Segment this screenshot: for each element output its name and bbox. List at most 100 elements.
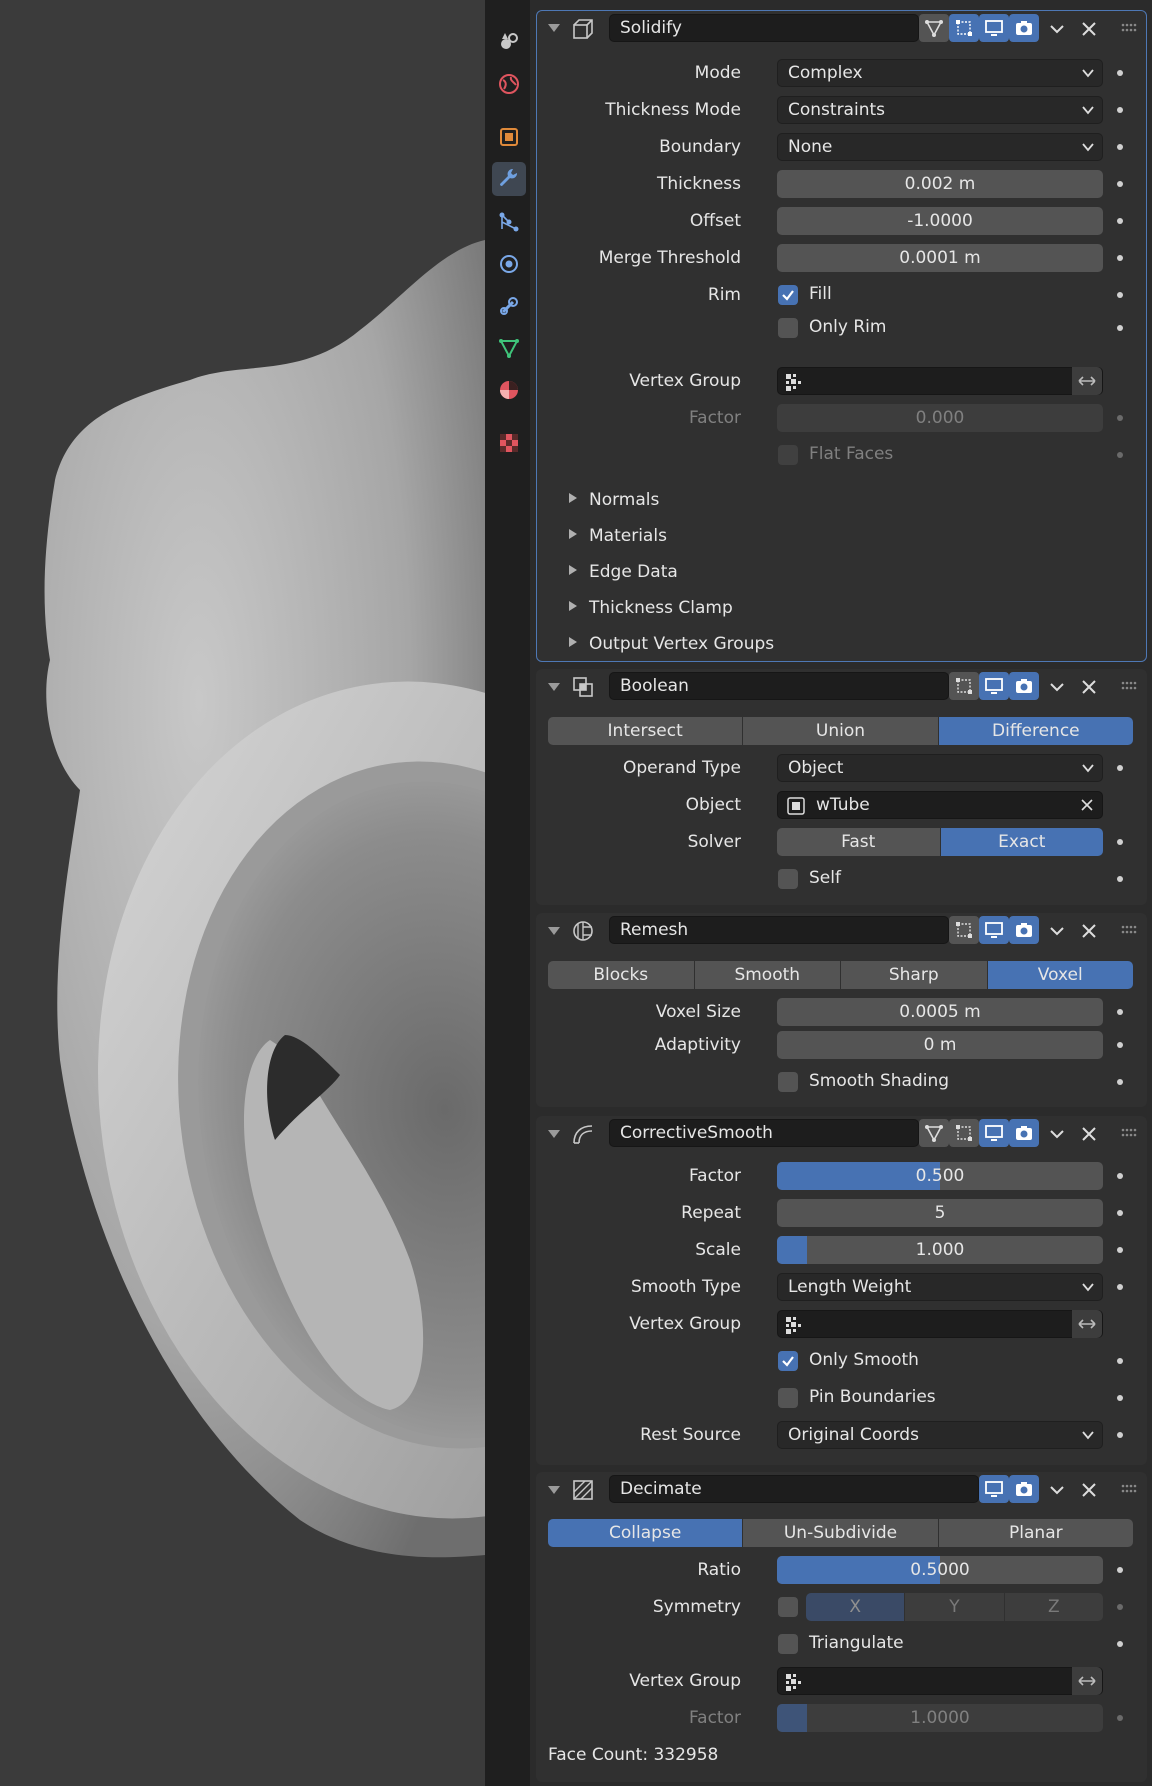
voxel-size-field[interactable]: 0.0005 m [777, 998, 1103, 1026]
collapse-triangle-icon[interactable] [548, 1486, 560, 1494]
edit-mode-toggle[interactable] [949, 14, 979, 42]
keyframe-dot[interactable] [1117, 1042, 1123, 1048]
drag-grip-icon[interactable] [1121, 23, 1139, 33]
close-icon[interactable] [1079, 19, 1099, 39]
edit-mode-toggle[interactable] [949, 916, 979, 944]
merge-threshold-field[interactable]: 0.0001 m [777, 244, 1103, 272]
fill-checkbox[interactable] [778, 285, 798, 305]
keyframe-dot[interactable] [1117, 1173, 1123, 1179]
keyframe-dot[interactable] [1117, 1210, 1123, 1216]
keyframe-dot[interactable] [1117, 181, 1123, 187]
scene-tab[interactable] [492, 24, 526, 58]
on-cage-toggle[interactable] [919, 14, 949, 42]
edit-mode-toggle[interactable] [949, 672, 979, 700]
close-icon[interactable] [1079, 1480, 1099, 1500]
only-smooth-checkbox[interactable] [778, 1351, 798, 1371]
texture-tab[interactable] [492, 426, 526, 460]
invert-vertex-group-button[interactable] [1072, 1310, 1102, 1338]
vertex-group-field[interactable] [777, 367, 1103, 395]
keyframe-dot[interactable] [1117, 839, 1123, 845]
keyframe-dot[interactable] [1117, 325, 1123, 331]
object-field[interactable]: wTube [777, 791, 1103, 819]
clear-icon[interactable] [1080, 798, 1094, 812]
keyframe-dot[interactable] [1117, 218, 1123, 224]
factor-slider[interactable]: 0.500 [777, 1162, 1103, 1190]
sharp-button[interactable]: Sharp [841, 961, 987, 989]
modifier-name-field[interactable]: CorrectiveSmooth [609, 1119, 919, 1147]
keyframe-dot[interactable] [1117, 292, 1123, 298]
keyframe-dot[interactable] [1117, 1284, 1123, 1290]
keyframe-dot[interactable] [1117, 1567, 1123, 1573]
modifier-name-field[interactable]: Remesh [609, 916, 949, 944]
planar-button[interactable]: Planar [938, 1519, 1133, 1547]
chevron-down-icon[interactable] [1047, 921, 1067, 941]
thickness-field[interactable]: 0.002 m [777, 170, 1103, 198]
modifier-name-field[interactable]: Boolean [609, 672, 949, 700]
keyframe-dot[interactable] [1117, 765, 1123, 771]
boundary-dropdown[interactable]: None [777, 133, 1103, 161]
keyframe-dot[interactable] [1117, 144, 1123, 150]
viewport-toggle[interactable] [979, 1475, 1009, 1503]
subpanel-edge-data[interactable]: Edge Data [569, 562, 678, 582]
adaptivity-field[interactable]: 0 m [777, 1031, 1103, 1059]
viewport-toggle[interactable] [979, 672, 1009, 700]
un-subdivide-button[interactable]: Un-Subdivide [743, 1519, 938, 1547]
subpanel-thickness-clamp[interactable]: Thickness Clamp [569, 598, 733, 618]
on-cage-toggle[interactable] [919, 1119, 949, 1147]
smooth-button[interactable]: Smooth [694, 961, 840, 989]
keyframe-dot[interactable] [1117, 107, 1123, 113]
subpanel-output-vertex-groups[interactable]: Output Vertex Groups [569, 634, 774, 654]
drag-grip-icon[interactable] [1121, 925, 1139, 935]
smooth-shading-checkbox[interactable] [778, 1072, 798, 1092]
chevron-down-icon[interactable] [1047, 19, 1067, 39]
viewport-toggle[interactable] [979, 1119, 1009, 1147]
keyframe-dot[interactable] [1117, 1079, 1123, 1085]
only-rim-checkbox[interactable] [778, 318, 798, 338]
keyframe-dot[interactable] [1117, 1641, 1123, 1647]
solver-fast-button[interactable]: Fast [777, 828, 940, 856]
union-button[interactable]: Union [743, 717, 938, 745]
subpanel-normals[interactable]: Normals [569, 490, 659, 510]
collapse-button[interactable]: Collapse [548, 1519, 743, 1547]
keyframe-dot[interactable] [1117, 1358, 1123, 1364]
thickness-mode-dropdown[interactable]: Constraints [777, 96, 1103, 124]
vertex-group-field[interactable] [777, 1667, 1103, 1695]
render-toggle[interactable] [1009, 1119, 1039, 1147]
modifier-name-field[interactable]: Decimate [609, 1475, 979, 1503]
keyframe-dot[interactable] [1117, 1395, 1123, 1401]
drag-grip-icon[interactable] [1121, 681, 1139, 691]
self-checkbox[interactable] [778, 869, 798, 889]
voxel-button[interactable]: Voxel [987, 961, 1133, 989]
collapse-triangle-icon[interactable] [548, 683, 560, 691]
rest-source-dropdown[interactable]: Original Coords [777, 1421, 1103, 1449]
render-toggle[interactable] [1009, 14, 1039, 42]
render-toggle[interactable] [1009, 916, 1039, 944]
3d-viewport[interactable] [0, 0, 485, 1786]
chevron-down-icon[interactable] [1047, 1124, 1067, 1144]
chevron-down-icon[interactable] [1047, 677, 1067, 697]
solver-exact-button[interactable]: Exact [940, 828, 1103, 856]
repeat-field[interactable]: 5 [777, 1199, 1103, 1227]
viewport-toggle[interactable] [979, 916, 1009, 944]
close-icon[interactable] [1079, 921, 1099, 941]
keyframe-dot[interactable] [1117, 1432, 1123, 1438]
render-toggle[interactable] [1009, 1475, 1039, 1503]
keyframe-dot[interactable] [1117, 255, 1123, 261]
drag-grip-icon[interactable] [1121, 1128, 1139, 1138]
offset-field[interactable]: -1.0000 [777, 207, 1103, 235]
keyframe-dot[interactable] [1117, 1009, 1123, 1015]
collapse-triangle-icon[interactable] [548, 24, 560, 32]
operand-type-dropdown[interactable]: Object [777, 754, 1103, 782]
collapse-triangle-icon[interactable] [548, 927, 560, 935]
blocks-button[interactable]: Blocks [548, 961, 694, 989]
chevron-down-icon[interactable] [1047, 1480, 1067, 1500]
viewport-toggle[interactable] [979, 14, 1009, 42]
invert-vertex-group-button[interactable] [1072, 367, 1102, 395]
render-toggle[interactable] [1009, 672, 1039, 700]
symmetry-checkbox[interactable] [778, 1597, 798, 1617]
drag-grip-icon[interactable] [1121, 1484, 1139, 1494]
mode-dropdown[interactable]: Complex [777, 59, 1103, 87]
keyframe-dot[interactable] [1117, 70, 1123, 76]
vertex-group-field[interactable] [777, 1310, 1103, 1338]
keyframe-dot[interactable] [1117, 876, 1123, 882]
